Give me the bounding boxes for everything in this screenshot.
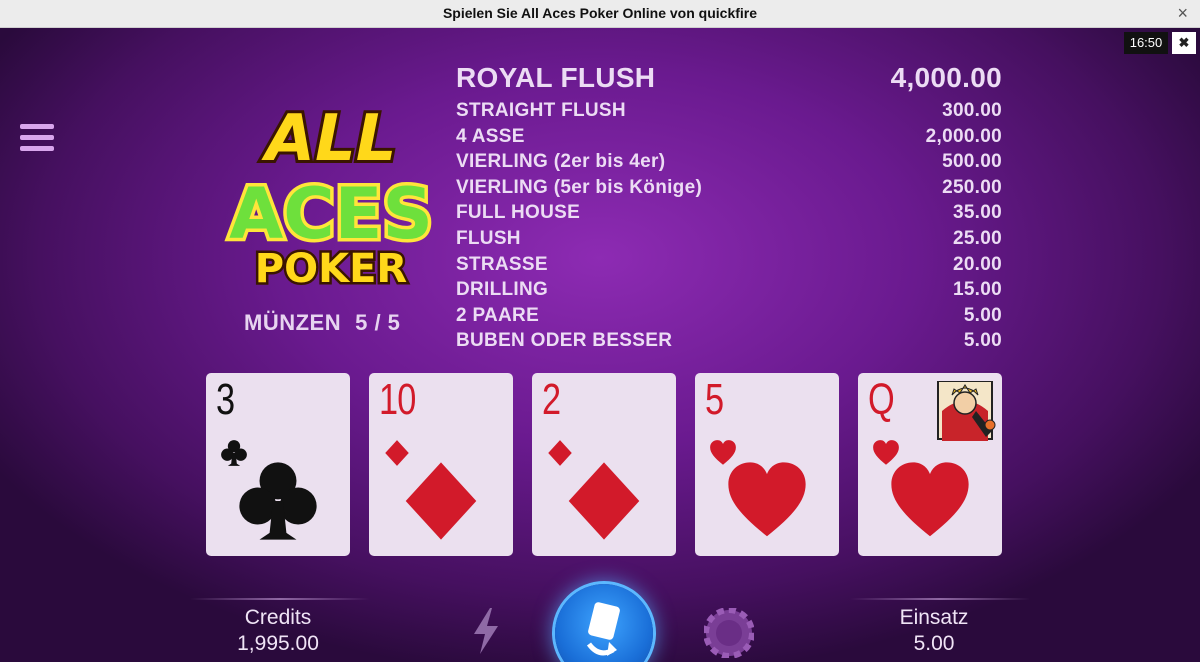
window-title: Spielen Sie All Aces Poker Online von qu… — [442, 5, 758, 21]
card-rank: Q — [868, 375, 895, 424]
paytable-row: FULL HOUSE 35.00 — [456, 200, 1002, 226]
hearts-pip-icon — [725, 459, 809, 543]
paytable-payout: 4,000.00 — [890, 62, 1002, 93]
paytable-payout: 25.00 — [952, 227, 1002, 249]
diamonds-pip-icon — [562, 459, 646, 543]
paytable-row: VIERLING (5er bis Könige) 250.00 — [456, 175, 1002, 201]
paytable-row: 2 PAARE 5.00 — [456, 303, 1002, 329]
lightning-bolt-icon[interactable] — [468, 606, 504, 656]
paytable-row: BUBEN ODER BESSER 5.00 — [456, 328, 1002, 354]
paytable-row: ROYAL FLUSH 4,000.00 — [456, 58, 1002, 98]
chip-icon[interactable] — [703, 607, 755, 659]
hamburger-menu-icon[interactable] — [20, 124, 54, 158]
coins-label: MÜNZEN — [244, 310, 342, 335]
queen-face-icon — [920, 380, 998, 441]
paytable-payout: 5.00 — [963, 304, 1002, 326]
hearts-pip-icon — [888, 459, 972, 543]
paytable-hand: STRASSE — [456, 253, 548, 275]
paytable-hand: VIERLING (5er bis Könige) — [456, 176, 703, 198]
paytable-payout: 500.00 — [942, 151, 1002, 173]
paytable-hand: DRILLING — [456, 279, 549, 301]
logo-line-1: ALL — [260, 102, 396, 176]
coins-display[interactable]: MÜNZEN 5 / 5 — [244, 310, 400, 336]
bet-value: 5.00 — [913, 632, 955, 655]
playing-card[interactable]: 3 — [206, 373, 350, 556]
bet-divider — [850, 598, 1030, 600]
paytable: ROYAL FLUSH 4,000.00 STRAIGHT FLUSH 300.00 4… — [456, 58, 1002, 354]
paytable-hand: FLUSH — [456, 227, 521, 249]
playing-card[interactable]: 10 — [369, 373, 513, 556]
paytable-hand: BUBEN ODER BESSER — [456, 330, 673, 352]
paytable-payout: 15.00 — [952, 279, 1002, 301]
playing-card[interactable]: 2 — [532, 373, 676, 556]
exit-game-icon[interactable]: ✖ — [1172, 32, 1196, 54]
game-area: 16:50 ✖ ALL ACES POKER MÜNZEN 5 / 5 ROYAL… — [0, 28, 1200, 662]
paytable-row: DRILLING 15.00 — [456, 277, 1002, 303]
credits-value: 1,995.00 — [237, 632, 319, 655]
bet-label: Einsatz — [899, 606, 969, 629]
paytable-hand: 2 PAARE — [456, 304, 540, 326]
logo-line-2: ACES — [229, 173, 433, 255]
paytable-payout: 2,000.00 — [925, 125, 1002, 147]
credits-label: Credits — [244, 606, 312, 629]
playing-card[interactable]: Q — [858, 373, 1002, 556]
clock: 16:50 — [1124, 32, 1168, 54]
paytable-hand: STRAIGHT FLUSH — [456, 100, 626, 121]
paytable-hand: ROYAL FLUSH — [456, 62, 656, 93]
paytable-payout: 300.00 — [942, 100, 1002, 121]
logo-line-3: POKER — [255, 246, 407, 288]
paytable-hand: 4 ASSE — [456, 125, 525, 147]
close-icon[interactable]: × — [1177, 3, 1188, 23]
paytable-payout: 5.00 — [963, 330, 1002, 352]
card-rank: 3 — [216, 375, 235, 424]
paytable-payout: 35.00 — [952, 202, 1002, 224]
paytable-row: STRASSE 20.00 — [456, 252, 1002, 278]
paytable-payout: 250.00 — [942, 176, 1002, 198]
coins-value: 5 / 5 — [355, 310, 401, 335]
paytable-row: STRAIGHT FLUSH 300.00 — [456, 98, 1002, 124]
clubs-pip-icon — [236, 459, 320, 543]
deal-button[interactable] — [555, 584, 653, 662]
window-title-bar: Spielen Sie All Aces Poker Online von qu… — [0, 0, 1200, 28]
credits-divider — [190, 598, 370, 600]
deal-cards-icon — [586, 602, 620, 656]
playing-card[interactable]: 5 — [695, 373, 839, 556]
card-rank: 5 — [705, 375, 724, 424]
card-rank: 10 — [379, 375, 416, 424]
paytable-row: 4 ASSE 2,000.00 — [456, 124, 1002, 150]
game-logo: ALL ACES POKER — [220, 98, 442, 295]
paytable-payout: 20.00 — [952, 253, 1002, 275]
diamonds-pip-icon — [399, 459, 483, 543]
card-rank: 2 — [542, 375, 561, 424]
paytable-row: VIERLING (2er bis 4er) 500.00 — [456, 149, 1002, 175]
paytable-row: FLUSH 25.00 — [456, 226, 1002, 252]
paytable-hand: FULL HOUSE — [456, 202, 581, 224]
paytable-hand: VIERLING (2er bis 4er) — [456, 151, 666, 173]
